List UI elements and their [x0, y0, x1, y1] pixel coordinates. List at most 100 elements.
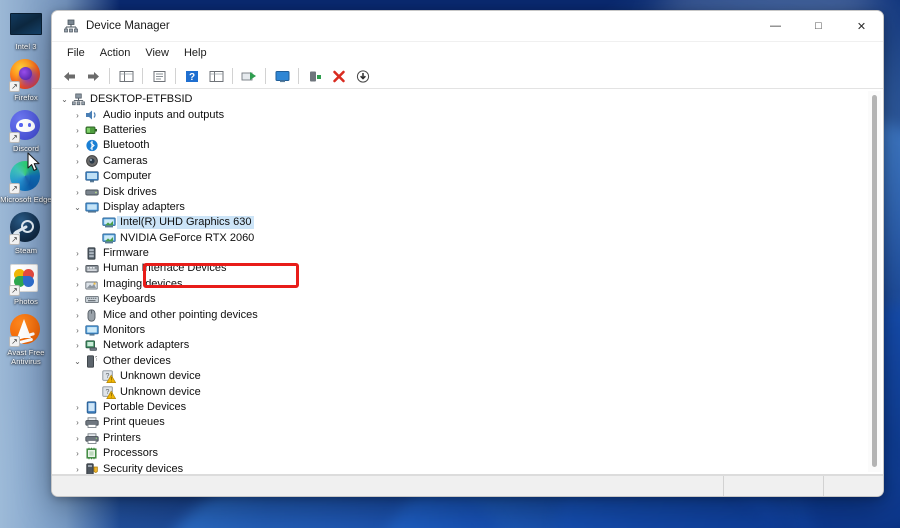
desktop-icon-label: Microsoft Edge: [0, 195, 52, 204]
chevron-right-icon[interactable]: ›: [71, 341, 84, 350]
close-button[interactable]: ✕: [840, 11, 883, 42]
scan-for-hardware-changes-icon[interactable]: [205, 66, 227, 87]
tree-item-label: Batteries: [103, 123, 147, 136]
tree-item-label: Display adapters: [103, 200, 185, 213]
device-tree-area: ⌄ DESKTOP-ETFBSID › Audio inputs and output…: [52, 89, 883, 475]
tree-item[interactable]: › Disk drives: [58, 184, 867, 199]
chevron-right-icon[interactable]: ›: [71, 449, 84, 458]
chevron-down-icon[interactable]: ⌄: [71, 203, 84, 212]
menu-item-help[interactable]: Help: [177, 45, 214, 61]
discord-icon: ↗: [9, 110, 42, 143]
tree-item[interactable]: ⌄? Other devices: [58, 354, 867, 369]
shortcut-arrow-icon: ↗: [9, 183, 20, 194]
desktop-icon-microsoft-edge[interactable]: ↗ Microsoft Edge: [0, 161, 52, 204]
chevron-right-icon[interactable]: ›: [71, 311, 84, 320]
tree-item[interactable]: Intel(R) UHD Graphics 630: [58, 215, 867, 230]
window-controls: — □ ✕: [754, 11, 883, 42]
chevron-right-icon[interactable]: ›: [71, 418, 84, 427]
tree-item[interactable]: › Print queues: [58, 415, 867, 430]
back-arrow-icon[interactable]: [58, 66, 80, 87]
minimize-button[interactable]: —: [754, 11, 797, 42]
tree-item[interactable]: › Human Interface Devices: [58, 261, 867, 276]
unknown-device-icon: ?!: [101, 370, 116, 383]
maximize-button[interactable]: □: [797, 11, 840, 42]
intel-thumbnail-icon: [10, 8, 42, 40]
desktop-icon-steam[interactable]: ↗ Steam: [0, 212, 52, 255]
chevron-right-icon[interactable]: ›: [71, 111, 84, 120]
tree-item-label: Intel(R) UHD Graphics 630: [117, 216, 255, 230]
chevron-right-icon[interactable]: ›: [71, 126, 84, 135]
device-manager-icon: [64, 19, 78, 33]
tree-item[interactable]: › Firmware: [58, 246, 867, 261]
chevron-right-icon[interactable]: ›: [71, 249, 84, 258]
tree-item[interactable]: NVIDIA GeForce RTX 2060: [58, 231, 867, 246]
tree-item[interactable]: › Processors: [58, 446, 867, 461]
tree-item-label: Network adapters: [103, 339, 190, 352]
chevron-right-icon[interactable]: ›: [71, 465, 84, 474]
toolbar-separator: [232, 68, 233, 84]
help-icon[interactable]: ?: [181, 66, 203, 87]
tree-item[interactable]: › Monitors: [58, 323, 867, 338]
uninstall-device-icon[interactable]: [328, 66, 350, 87]
menu-item-file[interactable]: File: [60, 45, 92, 61]
scrollbar-thumb[interactable]: [872, 95, 877, 467]
scan-changes-icon[interactable]: [352, 66, 374, 87]
tree-item[interactable]: › Mice and other pointing devices: [58, 307, 867, 322]
tree-item[interactable]: ?! Unknown device: [58, 369, 867, 384]
chevron-right-icon[interactable]: ›: [71, 295, 84, 304]
status-cell: [723, 476, 823, 496]
chevron-down-icon[interactable]: ⌄: [71, 357, 84, 366]
properties-icon[interactable]: [148, 66, 170, 87]
display-device-icon[interactable]: [271, 66, 293, 87]
tree-item-label: Firmware: [103, 247, 149, 260]
chevron-right-icon[interactable]: ›: [71, 172, 84, 181]
tree-item-label: NVIDIA GeForce RTX 2060: [120, 231, 255, 244]
tree-item[interactable]: › Cameras: [58, 154, 867, 169]
chevron-right-icon[interactable]: ›: [71, 141, 84, 150]
desktop-icon-intel-3[interactable]: Intel 3: [0, 8, 52, 51]
chevron-right-icon[interactable]: ›: [71, 326, 84, 335]
tree-item[interactable]: › Bluetooth: [58, 138, 867, 153]
chevron-right-icon[interactable]: ›: [71, 157, 84, 166]
menu-item-action[interactable]: Action: [93, 45, 138, 61]
tree-item[interactable]: › Network adapters: [58, 338, 867, 353]
vertical-scrollbar[interactable]: [868, 91, 881, 472]
desktop-icon-photos[interactable]: ↗ Photos: [0, 263, 52, 306]
desktop-icon-firefox[interactable]: ↗ Firefox: [0, 59, 52, 102]
tree-item[interactable]: › Computer: [58, 169, 867, 184]
chevron-right-icon[interactable]: ›: [71, 188, 84, 197]
toolbar: ?: [52, 64, 883, 89]
tree-item[interactable]: › Printers: [58, 431, 867, 446]
tree-item[interactable]: ⌄ Display adapters: [58, 200, 867, 215]
portable-device-icon: [84, 401, 99, 414]
show-hide-console-tree-icon[interactable]: [115, 66, 137, 87]
enable-device-icon[interactable]: [304, 66, 326, 87]
chevron-down-icon[interactable]: ⌄: [58, 95, 71, 104]
chevron-right-icon[interactable]: ›: [71, 280, 84, 289]
menu-item-view[interactable]: View: [138, 45, 176, 61]
tree-root-item[interactable]: ⌄ DESKTOP-ETFBSID: [58, 92, 867, 107]
tree-item[interactable]: › Security devices: [58, 461, 867, 474]
chevron-right-icon[interactable]: ›: [71, 434, 84, 443]
forward-arrow-icon[interactable]: [82, 66, 104, 87]
imaging-device-icon: [84, 278, 99, 291]
tree-item-label: Unknown device: [120, 385, 201, 398]
tree-item-label: Mice and other pointing devices: [103, 308, 258, 321]
tree-item[interactable]: › Keyboards: [58, 292, 867, 307]
tree-item[interactable]: › Batteries: [58, 123, 867, 138]
window-titlebar[interactable]: Device Manager — □ ✕: [52, 11, 883, 42]
gpu-icon: [101, 232, 116, 245]
tree-item[interactable]: › Portable Devices: [58, 400, 867, 415]
chevron-right-icon[interactable]: ›: [71, 264, 84, 273]
update-driver-icon[interactable]: [238, 66, 260, 87]
chevron-right-icon[interactable]: ›: [71, 403, 84, 412]
tree-item[interactable]: › Audio inputs and outputs: [58, 107, 867, 122]
desktop-icon-discord[interactable]: ↗ Discord: [0, 110, 52, 153]
tree-item[interactable]: ?! Unknown device: [58, 384, 867, 399]
desktop-icon-label: Intel 3: [15, 42, 37, 51]
computer-icon: [84, 170, 99, 183]
desktop-background: Intel 3 ↗ Firefox ↗ Discord ↗ Microsoft …: [0, 0, 900, 528]
desktop-icon-avast-free-antivirus[interactable]: ↗ Avast Free Antivirus: [0, 314, 52, 366]
tree-item-label: Audio inputs and outputs: [103, 108, 225, 121]
tree-item[interactable]: › Imaging devices: [58, 277, 867, 292]
